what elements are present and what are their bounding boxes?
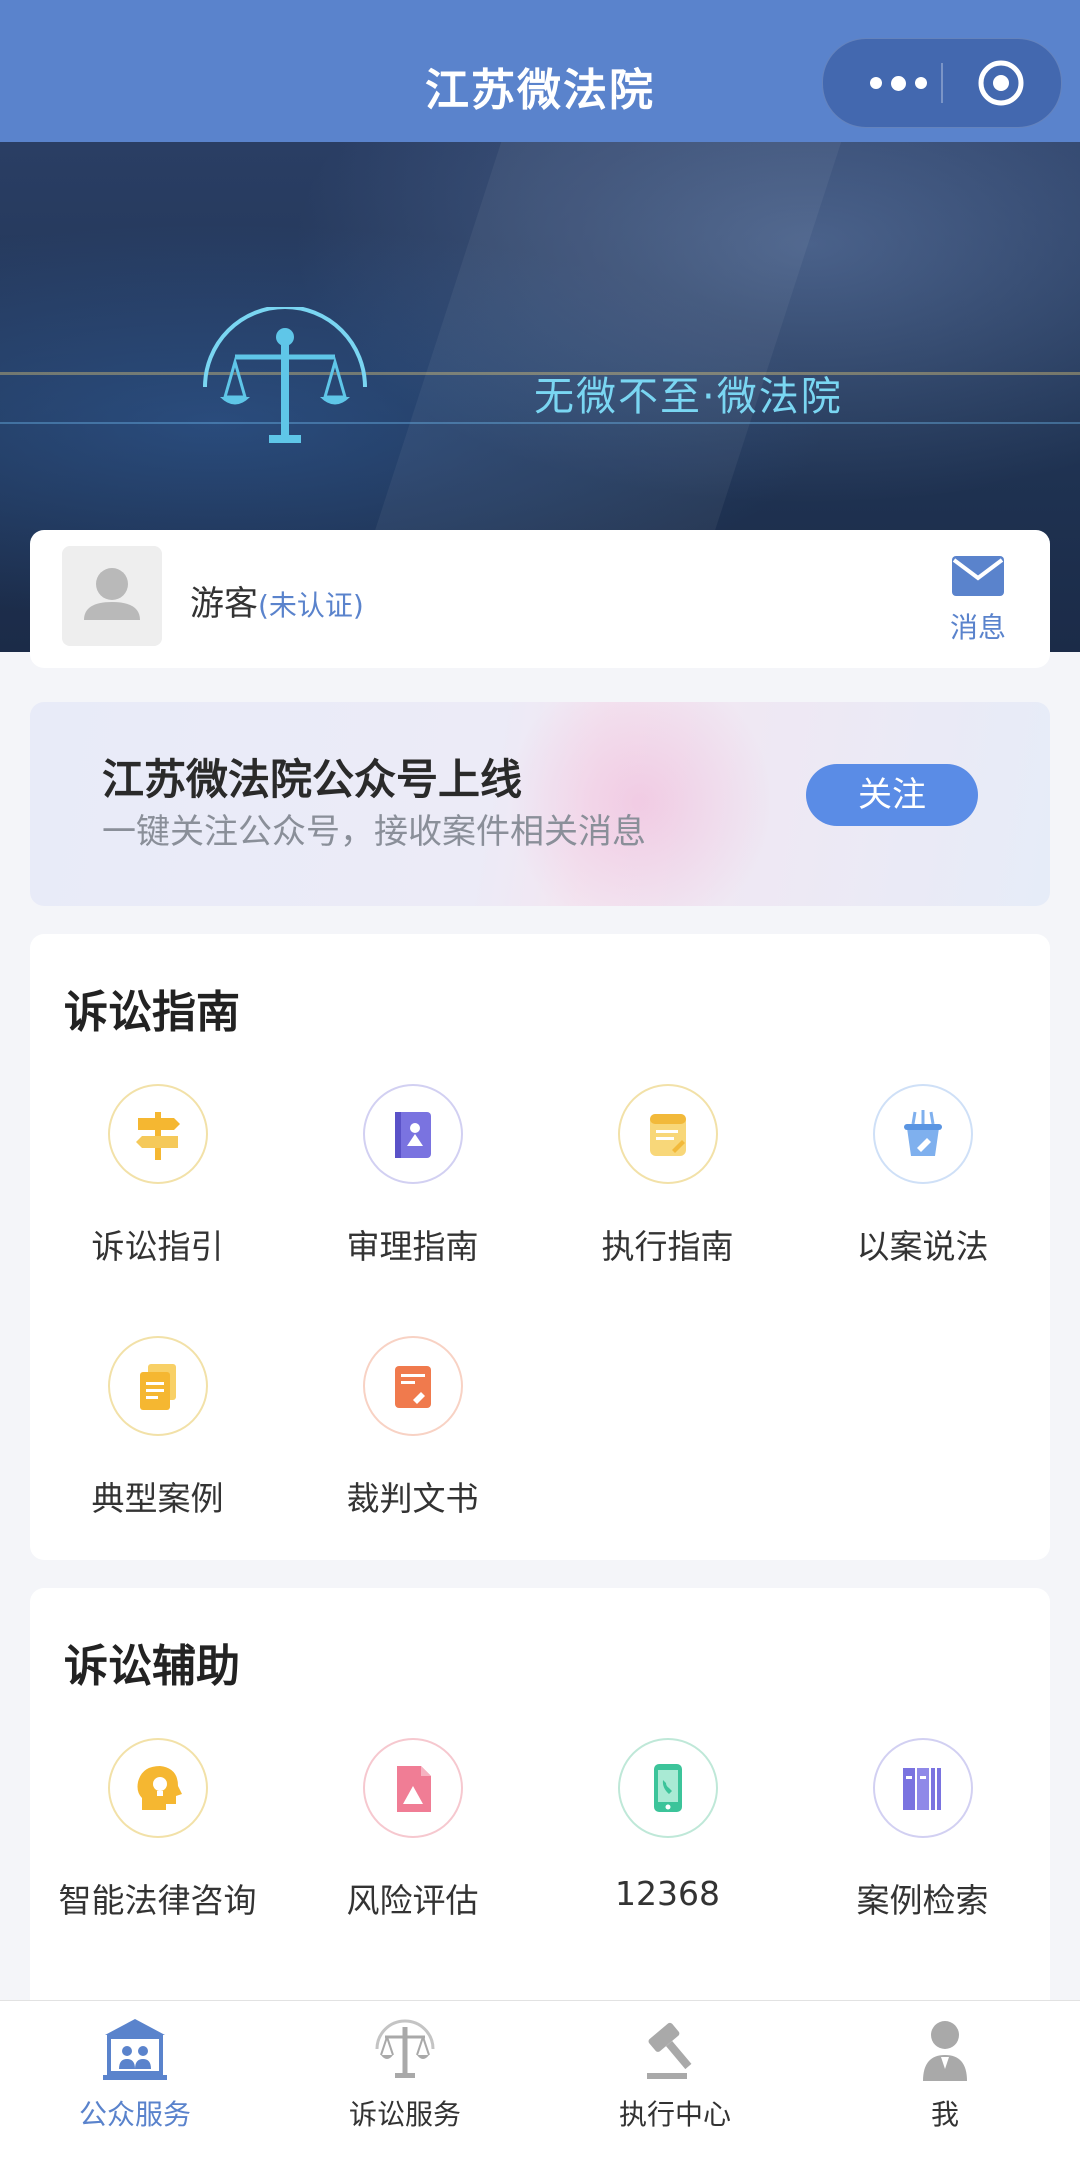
head-lightbulb-icon <box>107 1738 208 1838</box>
courthouse-icon <box>103 2019 167 2080</box>
messages-button[interactable]: 消息 <box>946 554 1010 646</box>
user-profile-icon <box>923 2021 967 2081</box>
mail-icon <box>952 556 1004 596</box>
section-title: 诉讼指南 <box>64 987 240 1038</box>
guide-item-trial-guide[interactable]: 审理指南 <box>285 1084 540 1268</box>
promo-title: 江苏微法院公众号上线 <box>102 755 523 804</box>
messages-label: 消息 <box>949 611 1006 644</box>
follow-button[interactable]: 关注 <box>806 764 978 826</box>
guide-item-judgment-documents[interactable]: 裁判文书 <box>285 1336 540 1520</box>
gavel-basket-icon <box>872 1084 973 1184</box>
scales-icon <box>375 2019 435 2078</box>
notepad-icon <box>617 1084 718 1184</box>
guide-item-label: 以案说法 <box>856 1227 989 1266</box>
guide-item-enforcement-guide[interactable]: 执行指南 <box>540 1084 795 1268</box>
tab-label: 我 <box>930 2098 959 2131</box>
guide-item-label: 裁判文书 <box>346 1479 479 1518</box>
assist-item-label: 风险评估 <box>346 1881 479 1920</box>
assist-item-risk-assessment[interactable]: 风险评估 <box>285 1738 540 1922</box>
section-title: 诉讼辅助 <box>64 1641 240 1692</box>
promo-subtitle: 一键关注公众号，接收案件相关消息 <box>102 812 646 852</box>
official-account-promo: 江苏微法院公众号上线 一键关注公众号，接收案件相关消息 关注 <box>30 702 1050 906</box>
tab-me[interactable]: 我 <box>810 2013 1080 2133</box>
guide-item-case-law-explained[interactable]: 以案说法 <box>795 1084 1050 1268</box>
bottom-tab-bar: 公众服务 诉讼服务 执行中心 我 <box>0 2000 1080 2159</box>
user-card: 游客(未认证) 消息 <box>30 530 1050 668</box>
assist-item-12368-hotline[interactable]: 12368 <box>540 1738 795 1913</box>
banner-stripe <box>0 422 1080 424</box>
litigation-assistance-section: 诉讼辅助 智能法律咨询 风险评估 12368 案例检索 <box>30 1588 1050 2068</box>
documents-icon <box>107 1336 208 1436</box>
guide-item-label: 典型案例 <box>91 1479 224 1518</box>
tab-public-service[interactable]: 公众服务 <box>0 2013 270 2133</box>
close-target-icon[interactable] <box>978 60 1024 106</box>
assist-item-smart-legal-consult[interactable]: 智能法律咨询 <box>30 1738 285 1922</box>
guide-item-label: 审理指南 <box>346 1227 479 1266</box>
verification-status[interactable]: (未认证) <box>258 589 364 622</box>
guide-item-label: 诉讼指引 <box>91 1227 224 1266</box>
user-name: 游客(未认证) <box>190 576 364 625</box>
guide-item-label: 执行指南 <box>601 1227 734 1266</box>
top-nav-bar: 江苏微法院 <box>0 0 1080 142</box>
book-icon <box>362 1084 463 1184</box>
tab-label: 公众服务 <box>78 2098 191 2131</box>
tab-enforcement-center[interactable]: 执行中心 <box>540 2013 810 2133</box>
phone-icon <box>617 1738 718 1838</box>
tab-label: 执行中心 <box>618 2098 731 2131</box>
person-icon <box>84 568 140 620</box>
banner-slogan: 无微不至·微法院 <box>534 374 843 420</box>
risk-doc-icon <box>362 1738 463 1838</box>
guide-item-litigation-guidance[interactable]: 诉讼指引 <box>30 1084 285 1268</box>
signpost-icon <box>107 1084 208 1184</box>
judgment-doc-icon <box>362 1336 463 1436</box>
assist-item-label: 智能法律咨询 <box>58 1881 257 1920</box>
mini-program-capsule <box>822 38 1062 128</box>
avatar[interactable] <box>62 546 162 646</box>
more-options-icon[interactable] <box>853 39 943 127</box>
assist-item-label: 案例检索 <box>856 1881 989 1920</box>
scales-of-justice-logo <box>203 307 367 443</box>
litigation-guide-section: 诉讼指南 诉讼指引 审理指南 执行指南 以案说法 典型案例 裁判文书 <box>30 934 1050 1560</box>
books-icon <box>872 1738 973 1838</box>
assist-item-label: 12368 <box>615 1874 720 1913</box>
assist-item-case-search[interactable]: 案例检索 <box>795 1738 1050 1922</box>
tab-label: 诉讼服务 <box>348 2098 461 2131</box>
guide-item-typical-cases[interactable]: 典型案例 <box>30 1336 285 1520</box>
tab-litigation-service[interactable]: 诉讼服务 <box>270 2013 540 2133</box>
user-name-text: 游客 <box>190 584 258 624</box>
capsule-divider <box>941 63 943 103</box>
gavel-icon <box>647 2022 692 2079</box>
